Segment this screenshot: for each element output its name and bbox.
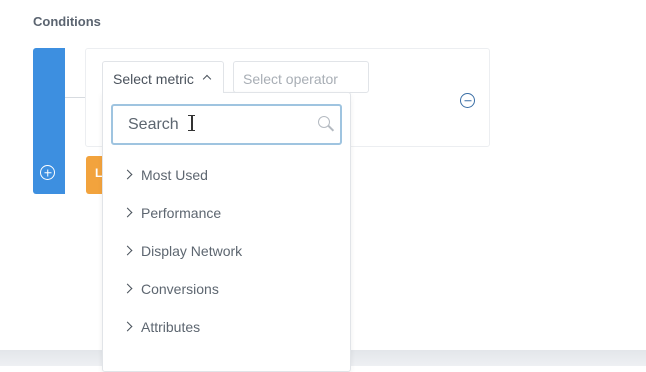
chevron-right-icon	[122, 283, 133, 294]
chevron-up-icon	[202, 74, 212, 84]
chevron-right-icon	[122, 207, 133, 218]
select-metric-dropdown[interactable]: Select metric	[102, 61, 224, 93]
chevron-right-icon	[122, 321, 133, 332]
category-label: Display Network	[141, 243, 243, 259]
metric-dropdown-menu: Most Used Performance Display Network Co…	[102, 92, 351, 372]
text-cursor-icon	[188, 115, 195, 133]
category-label: Attributes	[141, 319, 201, 335]
category-most-used[interactable]: Most Used	[103, 160, 350, 190]
section-title: Conditions	[33, 14, 101, 29]
category-label: Conversions	[141, 281, 219, 297]
category-attributes[interactable]: Attributes	[103, 312, 350, 342]
category-conversions[interactable]: Conversions	[103, 274, 350, 304]
category-display-network[interactable]: Display Network	[103, 236, 350, 266]
category-performance[interactable]: Performance	[103, 198, 350, 228]
category-label: Performance	[141, 205, 222, 221]
plus-circle-icon[interactable]	[40, 165, 55, 180]
select-operator-placeholder: Select operator	[243, 71, 338, 87]
search-input[interactable]	[113, 106, 340, 143]
search-icon[interactable]	[317, 115, 335, 133]
category-label: Most Used	[141, 167, 208, 183]
select-operator-dropdown[interactable]: Select operator	[233, 61, 369, 93]
chevron-right-icon	[122, 245, 133, 256]
minus-circle-icon[interactable]	[460, 93, 475, 108]
search-box	[111, 104, 342, 145]
select-metric-label: Select metric	[113, 71, 194, 87]
chevron-right-icon	[122, 169, 133, 180]
